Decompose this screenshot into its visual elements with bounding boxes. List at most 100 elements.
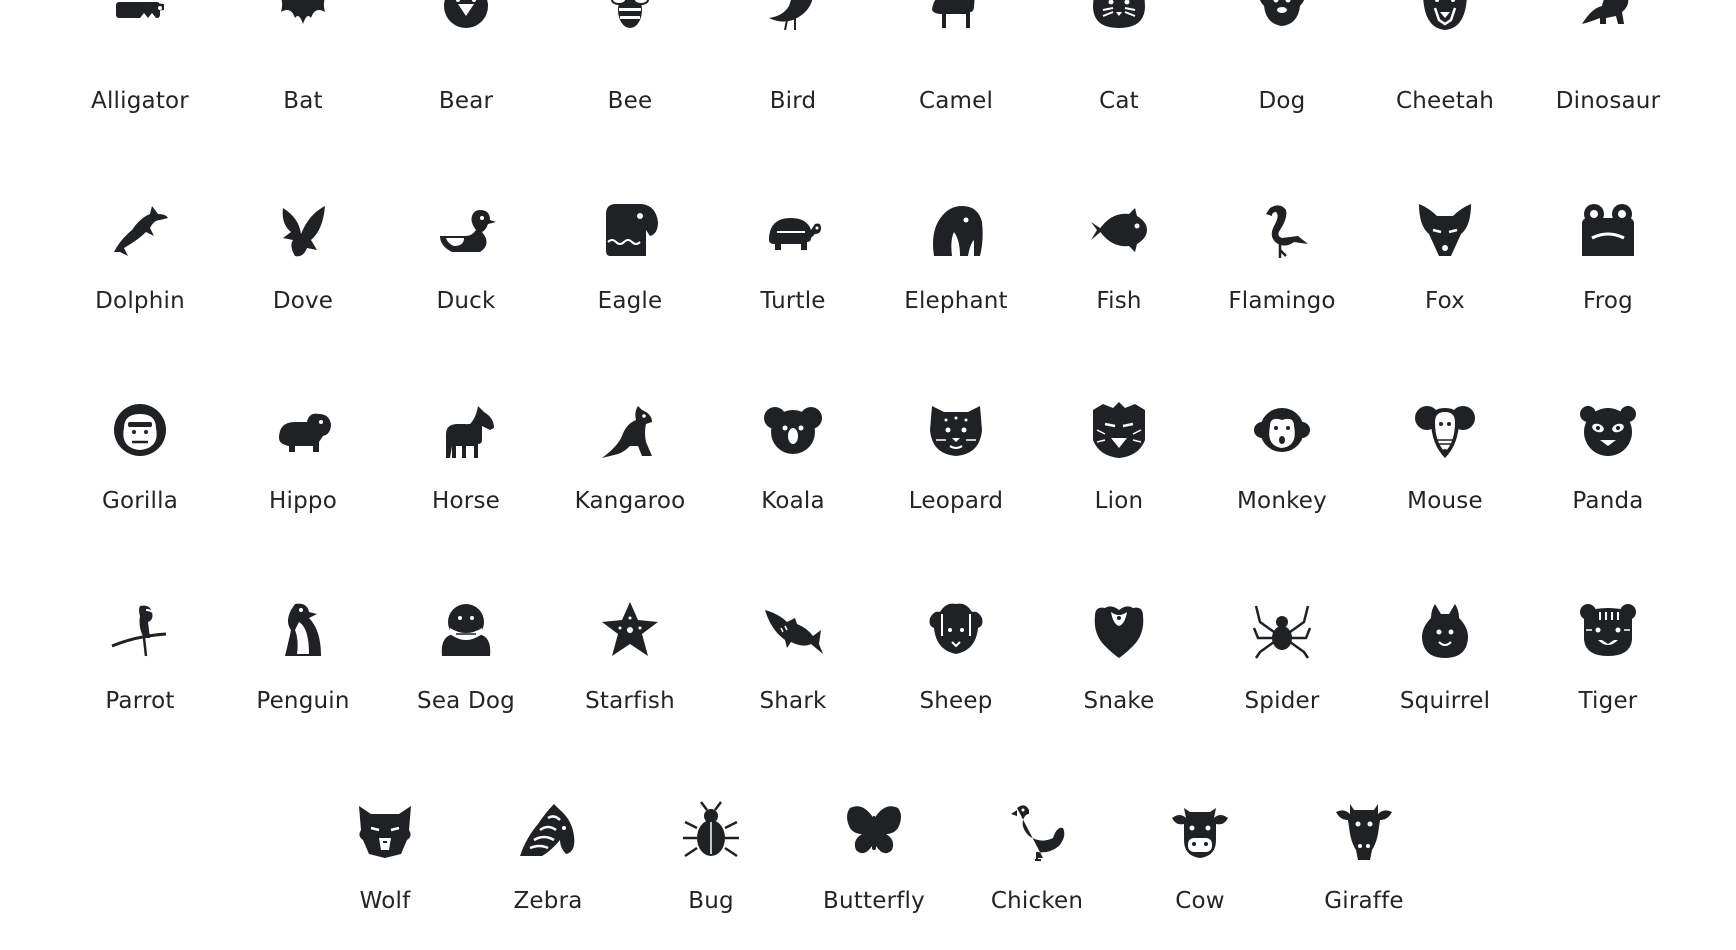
elephant-icon	[926, 200, 986, 262]
squirrel-icon	[1415, 600, 1475, 662]
animal-label: Starfish	[585, 688, 675, 714]
cat-icon	[1089, 0, 1149, 34]
animal-tile-zebra: Zebra	[467, 800, 629, 950]
animal-label: Parrot	[105, 688, 175, 714]
animal-label: Tiger	[1578, 688, 1638, 714]
animal-label: Kangaroo	[574, 488, 686, 514]
animal-tile-dove: Dove	[222, 200, 384, 350]
animal-label: Hippo	[269, 488, 337, 514]
animal-tile-bird: Bird	[712, 0, 874, 122]
animal-label: Bee	[607, 88, 653, 114]
koala-icon	[763, 400, 823, 462]
animal-label: Leopard	[908, 488, 1004, 514]
animal-tile-butterfly: Butterfly	[793, 800, 955, 950]
zebra-icon	[518, 800, 578, 862]
bee-icon	[600, 0, 660, 34]
monkey-icon	[1252, 400, 1312, 462]
animal-label: Lion	[1094, 488, 1144, 514]
animal-tile-sheep: Sheep	[875, 600, 1037, 750]
animal-label: Bear	[438, 88, 494, 114]
animal-label: Alligator	[91, 88, 189, 114]
animal-label: Sea Dog	[417, 688, 515, 714]
animal-label: Penguin	[256, 688, 350, 714]
sheep-icon	[926, 600, 986, 662]
animal-tile-fox: Fox	[1364, 200, 1526, 350]
animal-label: Chicken	[990, 888, 1084, 914]
animal-label: Frog	[1583, 288, 1633, 314]
spider-icon	[1252, 600, 1312, 662]
chicken-icon	[1007, 800, 1067, 862]
animal-label: Dinosaur	[1555, 88, 1661, 114]
animal-tile-horse: Horse	[385, 400, 547, 550]
animal-tile-giraffe: Giraffe	[1283, 800, 1445, 950]
animal-tile-fish: Fish	[1038, 200, 1200, 350]
animal-icon-sheet: Alligator Bat Bear Bee Bird Camel Cat Dog Cheeta…	[0, 0, 1736, 914]
animal-label: Bird	[769, 88, 817, 114]
bat-icon	[273, 0, 333, 34]
animal-label: Shark	[759, 688, 827, 714]
shark-icon	[763, 600, 823, 662]
animal-label: Snake	[1083, 688, 1155, 714]
animal-tile-koala: Koala	[712, 400, 874, 550]
animal-tile-hippo: Hippo	[222, 400, 384, 550]
animal-tile-tiger: Tiger	[1527, 600, 1689, 750]
animal-tile-bug: Bug	[630, 800, 792, 950]
animal-label: Squirrel	[1399, 688, 1491, 714]
animal-tile-dolphin: Dolphin	[59, 200, 221, 350]
animal-tile-dog: Dog	[1201, 0, 1363, 122]
animal-tile-chicken: Chicken	[956, 800, 1118, 950]
camel-icon	[926, 0, 986, 34]
bear-icon	[436, 0, 496, 34]
animal-label: Gorilla	[101, 488, 178, 514]
animal-tile-bat: Bat	[222, 0, 384, 122]
animal-label: Bat	[283, 88, 323, 114]
animal-label: Eagle	[597, 288, 663, 314]
dolphin-icon	[110, 200, 170, 262]
animal-tile-eagle: Eagle	[549, 200, 711, 350]
animal-tile-lion: Lion	[1038, 400, 1200, 550]
animal-label: Flamingo	[1228, 288, 1336, 314]
alligator-icon	[110, 0, 170, 34]
animal-tile-wolf: Wolf	[304, 800, 466, 950]
animal-label: Koala	[761, 488, 825, 514]
animal-tile-gorilla: Gorilla	[59, 400, 221, 550]
bug-icon	[681, 800, 741, 862]
animal-label: Horse	[432, 488, 500, 514]
animal-tile-flamingo: Flamingo	[1201, 200, 1363, 350]
animal-tile-spider: Spider	[1201, 600, 1363, 750]
animal-tile-starfish: Starfish	[549, 600, 711, 750]
animal-label: Cat	[1099, 88, 1139, 114]
animal-label: Cheetah	[1395, 88, 1495, 114]
animal-tile-duck: Duck	[385, 200, 547, 350]
wolf-icon	[355, 800, 415, 862]
sea-dog-icon	[436, 600, 496, 662]
animal-label: Elephant	[904, 288, 1008, 314]
animal-label: Bug	[688, 888, 734, 914]
animal-label: Butterfly	[823, 888, 925, 914]
animal-label: Spider	[1244, 688, 1320, 714]
cow-icon	[1170, 800, 1230, 862]
animal-tile-shark: Shark	[712, 600, 874, 750]
animal-label: Panda	[1572, 488, 1644, 514]
animal-label: Sheep	[919, 688, 993, 714]
animal-tile-dinosaur: Dinosaur	[1527, 0, 1689, 122]
fish-icon	[1089, 200, 1149, 262]
animal-label: Zebra	[513, 888, 583, 914]
animal-tile-bear: Bear	[385, 0, 547, 122]
animal-label: Cow	[1175, 888, 1225, 914]
animal-label: Giraffe	[1324, 888, 1404, 914]
animal-tile-elephant: Elephant	[875, 200, 1037, 350]
animal-label: Fox	[1425, 288, 1465, 314]
animal-tile-cheetah: Cheetah	[1364, 0, 1526, 122]
fox-icon	[1415, 200, 1475, 262]
eagle-icon	[600, 200, 660, 262]
animal-label: Dolphin	[95, 288, 185, 314]
animal-tile-bee: Bee	[549, 0, 711, 122]
animal-tile-alligator: Alligator	[59, 0, 221, 122]
animal-label: Monkey	[1237, 488, 1327, 514]
parrot-icon	[110, 600, 170, 662]
dog-icon	[1252, 0, 1312, 34]
flamingo-icon	[1252, 200, 1312, 262]
turtle-icon	[763, 200, 823, 262]
animal-label: Dove	[272, 288, 334, 314]
